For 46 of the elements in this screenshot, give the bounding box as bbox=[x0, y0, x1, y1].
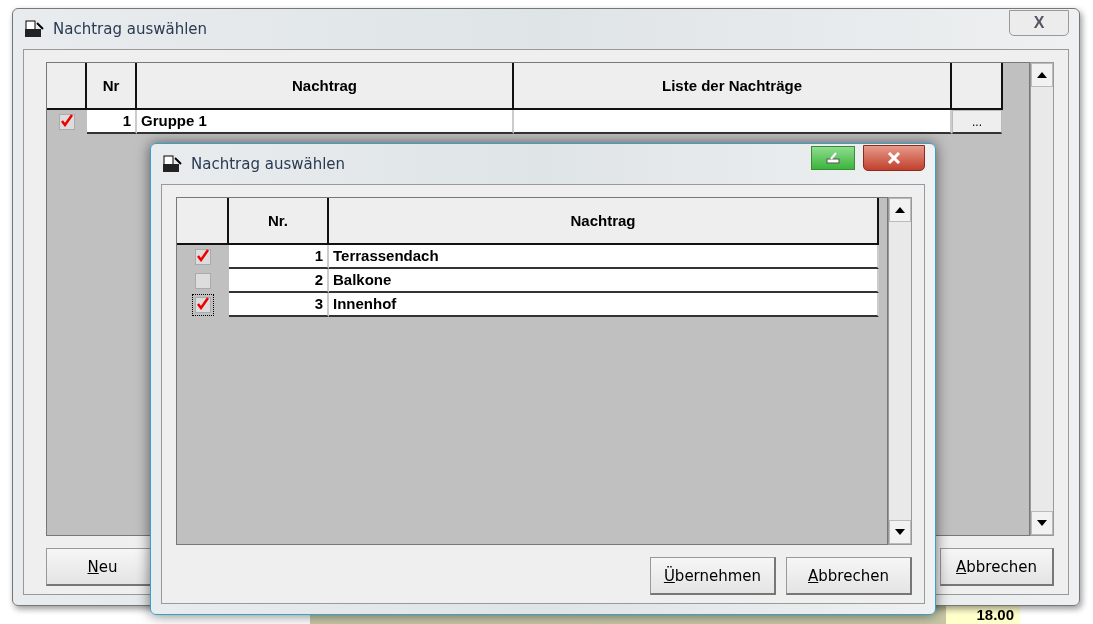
up-arrow-icon bbox=[895, 207, 905, 213]
document-printer-icon bbox=[23, 19, 45, 39]
pencil-icon bbox=[825, 152, 841, 164]
checkbox[interactable] bbox=[59, 114, 75, 130]
close-button[interactable] bbox=[863, 145, 925, 171]
scroll-up-button[interactable] bbox=[1031, 63, 1053, 87]
scrollbar[interactable] bbox=[1030, 62, 1054, 536]
table-cell: Innenhof bbox=[329, 293, 879, 317]
column-header: Liste der Nachträge bbox=[514, 63, 952, 110]
table-cell: Balkone bbox=[329, 269, 879, 293]
header-cell bbox=[47, 63, 87, 110]
scroll-down-button[interactable] bbox=[1031, 511, 1053, 535]
table-cell: 3 bbox=[229, 293, 329, 317]
up-arrow-icon bbox=[1037, 72, 1047, 78]
scroll-down-button[interactable] bbox=[889, 520, 911, 544]
close-button[interactable]: X bbox=[1009, 10, 1069, 36]
checkbox[interactable] bbox=[192, 270, 214, 292]
table-cell: 1 bbox=[229, 245, 329, 269]
checkbox[interactable] bbox=[192, 246, 214, 268]
table-cell: Terrassendach bbox=[329, 245, 879, 269]
value-cell: 18.00 bbox=[946, 606, 1020, 624]
column-header: Nr. bbox=[229, 198, 329, 245]
scroll-up-button[interactable] bbox=[889, 198, 911, 222]
document-printer-icon bbox=[161, 154, 183, 174]
ellipsis-button[interactable]: ... bbox=[952, 110, 1002, 134]
cancel-button[interactable]: Abbrechen bbox=[786, 557, 912, 595]
table-cell: 1 bbox=[87, 110, 137, 134]
scrollbar[interactable] bbox=[888, 197, 912, 545]
maximize-button[interactable] bbox=[811, 146, 855, 170]
table-cell: 2 bbox=[229, 269, 329, 293]
header-cell bbox=[952, 63, 1003, 110]
close-icon bbox=[886, 152, 902, 164]
window-title: Nachtrag auswählen bbox=[53, 20, 209, 38]
checkbox[interactable] bbox=[192, 294, 214, 316]
table-cell: Gruppe 1 bbox=[137, 110, 514, 134]
cancel-button[interactable]: Abbrechen bbox=[940, 548, 1054, 586]
header-cell bbox=[177, 198, 229, 245]
check-mark-icon bbox=[196, 296, 210, 310]
column-header: Nr bbox=[87, 63, 137, 110]
check-mark-icon bbox=[196, 248, 210, 262]
down-arrow-icon bbox=[895, 529, 905, 535]
apply-button[interactable]: Übernehmen bbox=[650, 557, 776, 595]
window-title: Nachtrag auswählen bbox=[191, 155, 347, 173]
column-header: Nachtrag bbox=[137, 63, 514, 110]
down-arrow-icon bbox=[1037, 520, 1047, 526]
column-header: Nachtrag bbox=[329, 198, 879, 245]
